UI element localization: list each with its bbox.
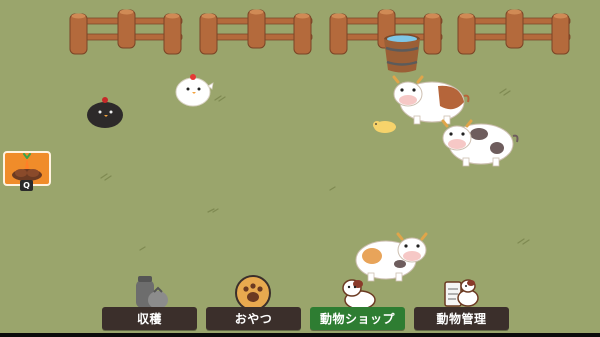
fence-section (457, 9, 571, 55)
chicken-white[interactable] (175, 74, 214, 107)
fence-section (69, 9, 183, 55)
game-stage[interactable]: Q 収穫 おやつ 動物ショップ 動物管理 (0, 0, 600, 337)
animal-shop-button[interactable]: 動物ショップ (310, 307, 405, 330)
snack-button[interactable]: おやつ (206, 307, 301, 330)
chicken-black[interactable] (87, 97, 123, 128)
wooden-fences (69, 9, 571, 55)
letterbox-bar (0, 333, 600, 337)
cow-calico-1[interactable] (392, 75, 470, 125)
harvest-button[interactable]: 収穫 (102, 307, 197, 330)
grass-tufts (100, 88, 530, 251)
farm-scene (0, 9, 600, 337)
baby-chick[interactable] (373, 121, 396, 133)
animal-management-button[interactable]: 動物管理 (414, 307, 509, 330)
water-bucket[interactable] (384, 34, 420, 73)
fence-section (199, 9, 313, 55)
cow-spotted[interactable] (441, 119, 519, 167)
hotkey-badge: Q (20, 180, 33, 191)
